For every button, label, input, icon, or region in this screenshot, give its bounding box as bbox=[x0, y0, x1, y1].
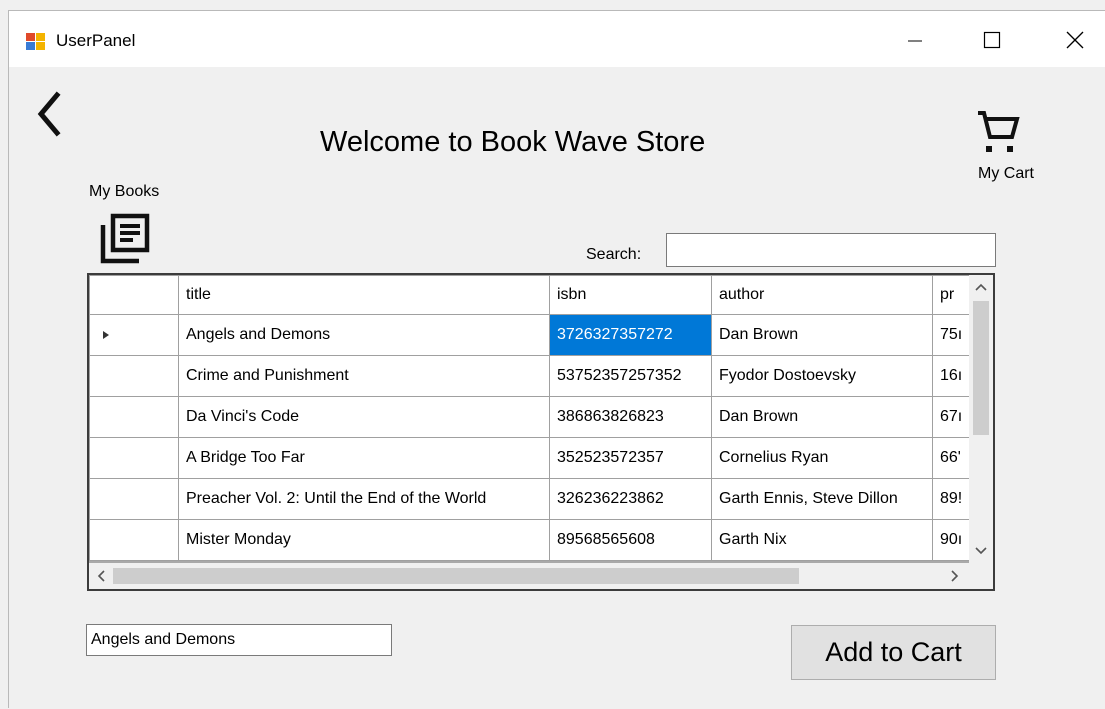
my-books-label: My Books bbox=[89, 183, 160, 200]
scroll-up-button[interactable] bbox=[969, 275, 993, 299]
cell-author[interactable]: Dan Brown bbox=[711, 314, 933, 356]
app-icon bbox=[26, 33, 45, 50]
column-header-author[interactable]: author bbox=[711, 275, 933, 315]
chevron-up-icon bbox=[975, 283, 987, 291]
maximize-icon bbox=[983, 31, 1001, 49]
cell-title[interactable]: Da Vinci's Code bbox=[178, 396, 550, 438]
column-header-isbn[interactable]: isbn bbox=[549, 275, 712, 315]
cart-icon[interactable] bbox=[976, 107, 1020, 157]
close-button[interactable] bbox=[1052, 21, 1098, 59]
user-panel-window: UserPanel Welcome to Book Wave Store My … bbox=[8, 10, 1105, 709]
minimize-button[interactable] bbox=[892, 21, 938, 59]
cell-title[interactable]: Mister Monday bbox=[178, 519, 550, 561]
cell-isbn[interactable]: 3726327357272 bbox=[549, 314, 712, 356]
search-label: Search: bbox=[586, 246, 642, 263]
my-cart-label: My Cart bbox=[978, 165, 1034, 182]
table-row[interactable]: Mister Monday 89568565608 Garth Nix 90ı bbox=[89, 519, 970, 561]
chevron-left-small-icon bbox=[97, 570, 105, 582]
scrollbar-corner bbox=[969, 563, 993, 589]
cell-title[interactable]: A Bridge Too Far bbox=[178, 437, 550, 479]
minimize-icon bbox=[908, 40, 922, 42]
selected-book-field[interactable] bbox=[86, 624, 392, 656]
search-input[interactable] bbox=[666, 233, 996, 267]
table-row[interactable]: Crime and Punishment 53752357257352 Fyod… bbox=[89, 355, 970, 397]
row-header[interactable] bbox=[89, 478, 179, 520]
cell-title[interactable]: Angels and Demons bbox=[178, 314, 550, 356]
horizontal-scroll-thumb[interactable] bbox=[113, 568, 799, 584]
cell-isbn[interactable]: 53752357257352 bbox=[549, 355, 712, 397]
cell-price[interactable]: 89! bbox=[932, 478, 970, 520]
cell-price[interactable]: 16ı bbox=[932, 355, 970, 397]
scroll-left-button[interactable] bbox=[89, 563, 113, 589]
library-books-icon[interactable] bbox=[99, 213, 151, 265]
cell-author[interactable]: Cornelius Ryan bbox=[711, 437, 933, 479]
scroll-right-button[interactable] bbox=[943, 563, 967, 589]
cell-author[interactable]: Dan Brown bbox=[711, 396, 933, 438]
row-header[interactable] bbox=[89, 519, 179, 561]
table-row[interactable]: Preacher Vol. 2: Until the End of the Wo… bbox=[89, 478, 970, 520]
cell-isbn[interactable]: 386863826823 bbox=[549, 396, 712, 438]
column-header-price[interactable]: pr bbox=[932, 275, 970, 315]
row-header[interactable] bbox=[89, 437, 179, 479]
cell-author[interactable]: Fyodor Dostoevsky bbox=[711, 355, 933, 397]
cell-author[interactable]: Garth Nix bbox=[711, 519, 933, 561]
horizontal-scrollbar[interactable] bbox=[89, 563, 969, 589]
scroll-down-button[interactable] bbox=[969, 539, 993, 563]
vertical-scroll-thumb[interactable] bbox=[973, 301, 989, 435]
header-row: title isbn author pr bbox=[89, 275, 970, 315]
cell-author[interactable]: Garth Ennis, Steve Dillon bbox=[711, 478, 933, 520]
column-header-title[interactable]: title bbox=[178, 275, 550, 315]
cell-isbn[interactable]: 326236223862 bbox=[549, 478, 712, 520]
cell-price[interactable]: 67ı bbox=[932, 396, 970, 438]
row-header-corner bbox=[89, 275, 179, 315]
current-row-arrow-icon bbox=[103, 331, 109, 339]
close-icon bbox=[1066, 31, 1084, 49]
books-table: title isbn author pr Angels and Demons 3… bbox=[89, 275, 970, 561]
cell-title[interactable]: Crime and Punishment bbox=[178, 355, 550, 397]
cell-title[interactable]: Preacher Vol. 2: Until the End of the Wo… bbox=[178, 478, 550, 520]
cell-isbn[interactable]: 89568565608 bbox=[549, 519, 712, 561]
row-header[interactable] bbox=[89, 355, 179, 397]
window-title: UserPanel bbox=[56, 31, 136, 50]
chevron-right-small-icon bbox=[951, 570, 959, 582]
row-header[interactable] bbox=[89, 314, 179, 356]
chevron-left-icon[interactable] bbox=[29, 89, 69, 139]
table-row[interactable]: Angels and Demons 3726327357272 Dan Brow… bbox=[89, 314, 970, 356]
table-row[interactable]: A Bridge Too Far 352523572357 Cornelius … bbox=[89, 437, 970, 479]
page-title: Welcome to Book Wave Store bbox=[320, 126, 706, 158]
maximize-button[interactable] bbox=[969, 21, 1015, 59]
table-row[interactable]: Da Vinci's Code 386863826823 Dan Brown 6… bbox=[89, 396, 970, 438]
vertical-scrollbar[interactable] bbox=[969, 275, 993, 563]
cell-price[interactable]: 90ı bbox=[932, 519, 970, 561]
add-to-cart-button[interactable]: Add to Cart bbox=[791, 625, 996, 680]
cell-price[interactable]: 75ı bbox=[932, 314, 970, 356]
books-grid[interactable]: title isbn author pr Angels and Demons 3… bbox=[87, 273, 995, 591]
cell-isbn[interactable]: 352523572357 bbox=[549, 437, 712, 479]
title-bar: UserPanel bbox=[9, 11, 1105, 67]
main-content: Welcome to Book Wave Store My Cart My Bo… bbox=[9, 67, 1105, 709]
chevron-down-icon bbox=[975, 547, 987, 555]
row-header[interactable] bbox=[89, 396, 179, 438]
cell-price[interactable]: 66' bbox=[932, 437, 970, 479]
